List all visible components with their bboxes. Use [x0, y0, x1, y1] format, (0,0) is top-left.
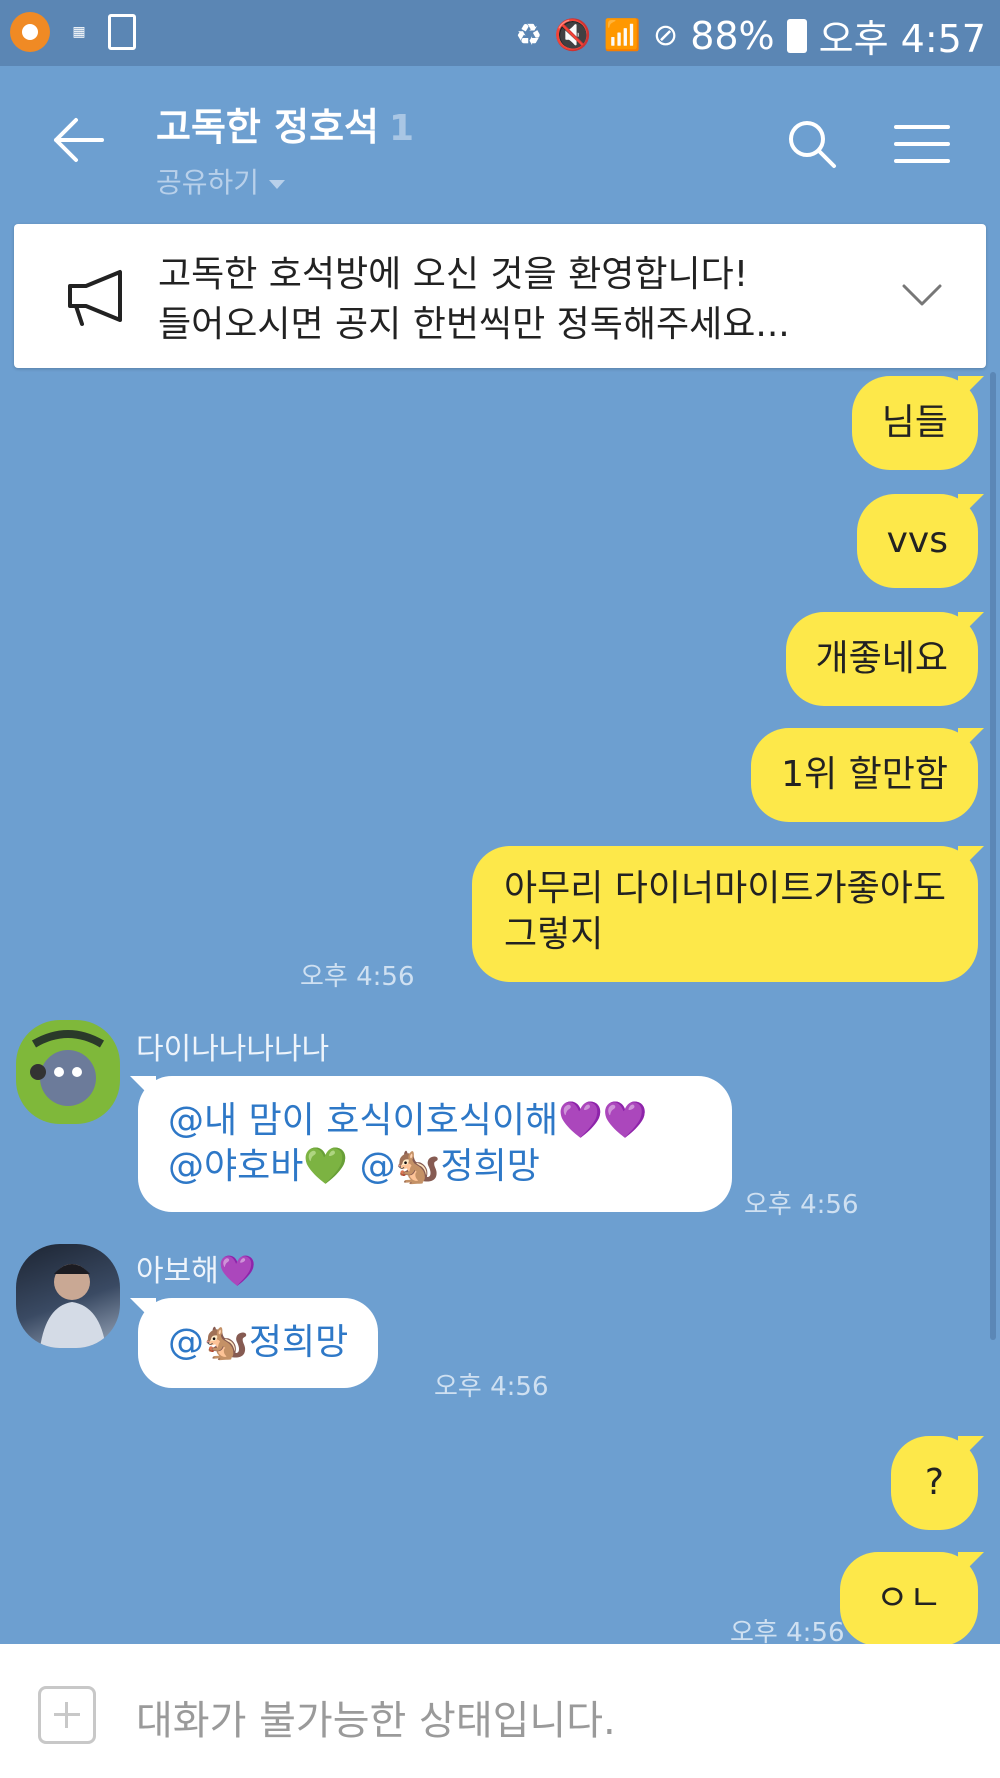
chevron-down-icon[interactable] — [902, 284, 942, 308]
chat-title-block[interactable]: 고독한 정호석 1 공유하기 — [156, 96, 414, 201]
notice-line-1: 고독한 호석방에 오신 것을 환영합니다! — [158, 254, 749, 295]
status-left-icons: ▦ — [10, 12, 136, 52]
chat-title: 고독한 정호석 — [156, 105, 379, 149]
my-message-bubble[interactable]: 1위 할만함 — [751, 728, 978, 822]
no-signal-icon: ⊘ — [653, 18, 679, 53]
message-text: ? — [924, 1462, 944, 1503]
battery-saver-icon: ♻ — [515, 18, 543, 53]
profile-photo-icon — [40, 1264, 106, 1348]
back-arrow-icon[interactable] — [52, 116, 104, 164]
notice-text: 고독한 호석방에 오신 것을 환영합니다! 들어오시면 공지 한번씩만 정독해주… — [158, 250, 790, 350]
my-message-bubble[interactable]: 개좋네요 — [785, 612, 978, 706]
other-message-bubble[interactable]: @🐿️정희망 — [138, 1298, 379, 1388]
member-count: 1 — [389, 108, 415, 149]
scrollbar[interactable] — [990, 372, 996, 1340]
my-message-bubble[interactable]: 아무리 다이너마이트가좋아도 그렇지 — [471, 846, 978, 982]
menu-icon[interactable] — [894, 124, 950, 164]
my-message-bubble[interactable]: ? — [890, 1436, 978, 1530]
share-dropdown[interactable]: 공유하기 — [156, 161, 414, 201]
sender-name: 다이나나나나나 — [136, 1032, 330, 1067]
battery-percent: 88% — [690, 13, 775, 58]
chat-header: 고독한 정호석 1 공유하기 — [0, 66, 1000, 218]
app-notification-icon — [10, 12, 50, 52]
share-label: 공유하기 — [156, 166, 260, 199]
message-text: @🐿️정희망 — [168, 1322, 349, 1363]
message-timestamp: 오후 4:56 — [434, 1372, 549, 1402]
disabled-input-message: 대화가 불가능한 상태입니다. — [136, 1698, 616, 1744]
my-message-bubble[interactable]: 님들 — [851, 376, 978, 470]
message-text: ㅇㄴ — [875, 1578, 942, 1619]
message-timestamp: 오후 4:56 — [300, 962, 415, 992]
grid-notification-icon: ▦ — [72, 24, 86, 40]
megaphone-icon — [68, 270, 122, 326]
message-text-line-1: 아무리 다이너마이트가좋아도 — [503, 868, 946, 909]
sender-name: 아보해💜 — [136, 1254, 257, 1289]
notice-line-2: 들어오시면 공지 한번씩만 정독해주세요... — [158, 304, 790, 345]
wifi-icon: 📶 — [603, 18, 642, 53]
message-text-line-2: @야호바💚 @🐿️정희망 — [168, 1146, 540, 1187]
other-message-bubble[interactable]: @내 맘이 호식이호식이해💜💜 @야호바💚 @🐿️정희망 — [138, 1076, 732, 1212]
avatar[interactable] — [16, 1020, 120, 1124]
status-right: ♻ 🔇 📶 ⊘ 88% 오후 4:57 — [515, 8, 986, 63]
message-text-line-2: 그렇지 — [503, 914, 604, 955]
clock: 오후 4:57 — [818, 17, 986, 61]
message-list[interactable]: 님들 vvs 개좋네요 1위 할만함 아무리 다이너마이트가좋아도 그렇지 오후… — [0, 368, 1000, 1648]
message-text: 1위 할만함 — [781, 754, 948, 795]
search-icon[interactable] — [786, 118, 838, 170]
battery-icon — [786, 18, 807, 53]
file-notification-icon — [108, 14, 136, 50]
message-text: 개좋네요 — [815, 638, 948, 679]
my-message-bubble[interactable]: ㅇㄴ — [839, 1552, 978, 1646]
message-timestamp: 오후 4:56 — [744, 1190, 859, 1220]
message-text: vvs — [886, 520, 948, 561]
avatar[interactable] — [16, 1244, 120, 1348]
notice-banner[interactable]: 고독한 호석방에 오신 것을 환영합니다! 들어오시면 공지 한번씩만 정독해주… — [14, 224, 986, 368]
input-bar: 대화가 불가능한 상태입니다. — [0, 1644, 1000, 1778]
message-text-line-1: @내 맘이 호식이호식이해💜💜 — [168, 1100, 648, 1141]
sticker-character-icon — [30, 1030, 105, 1106]
mute-icon: 🔇 — [554, 18, 592, 53]
status-bar: ▦ ♻ 🔇 📶 ⊘ 88% 오후 4:57 — [0, 0, 1000, 66]
plus-icon[interactable] — [38, 1686, 96, 1744]
caret-down-icon — [269, 179, 286, 189]
my-message-bubble[interactable]: vvs — [856, 494, 978, 588]
message-text: 님들 — [881, 402, 948, 443]
